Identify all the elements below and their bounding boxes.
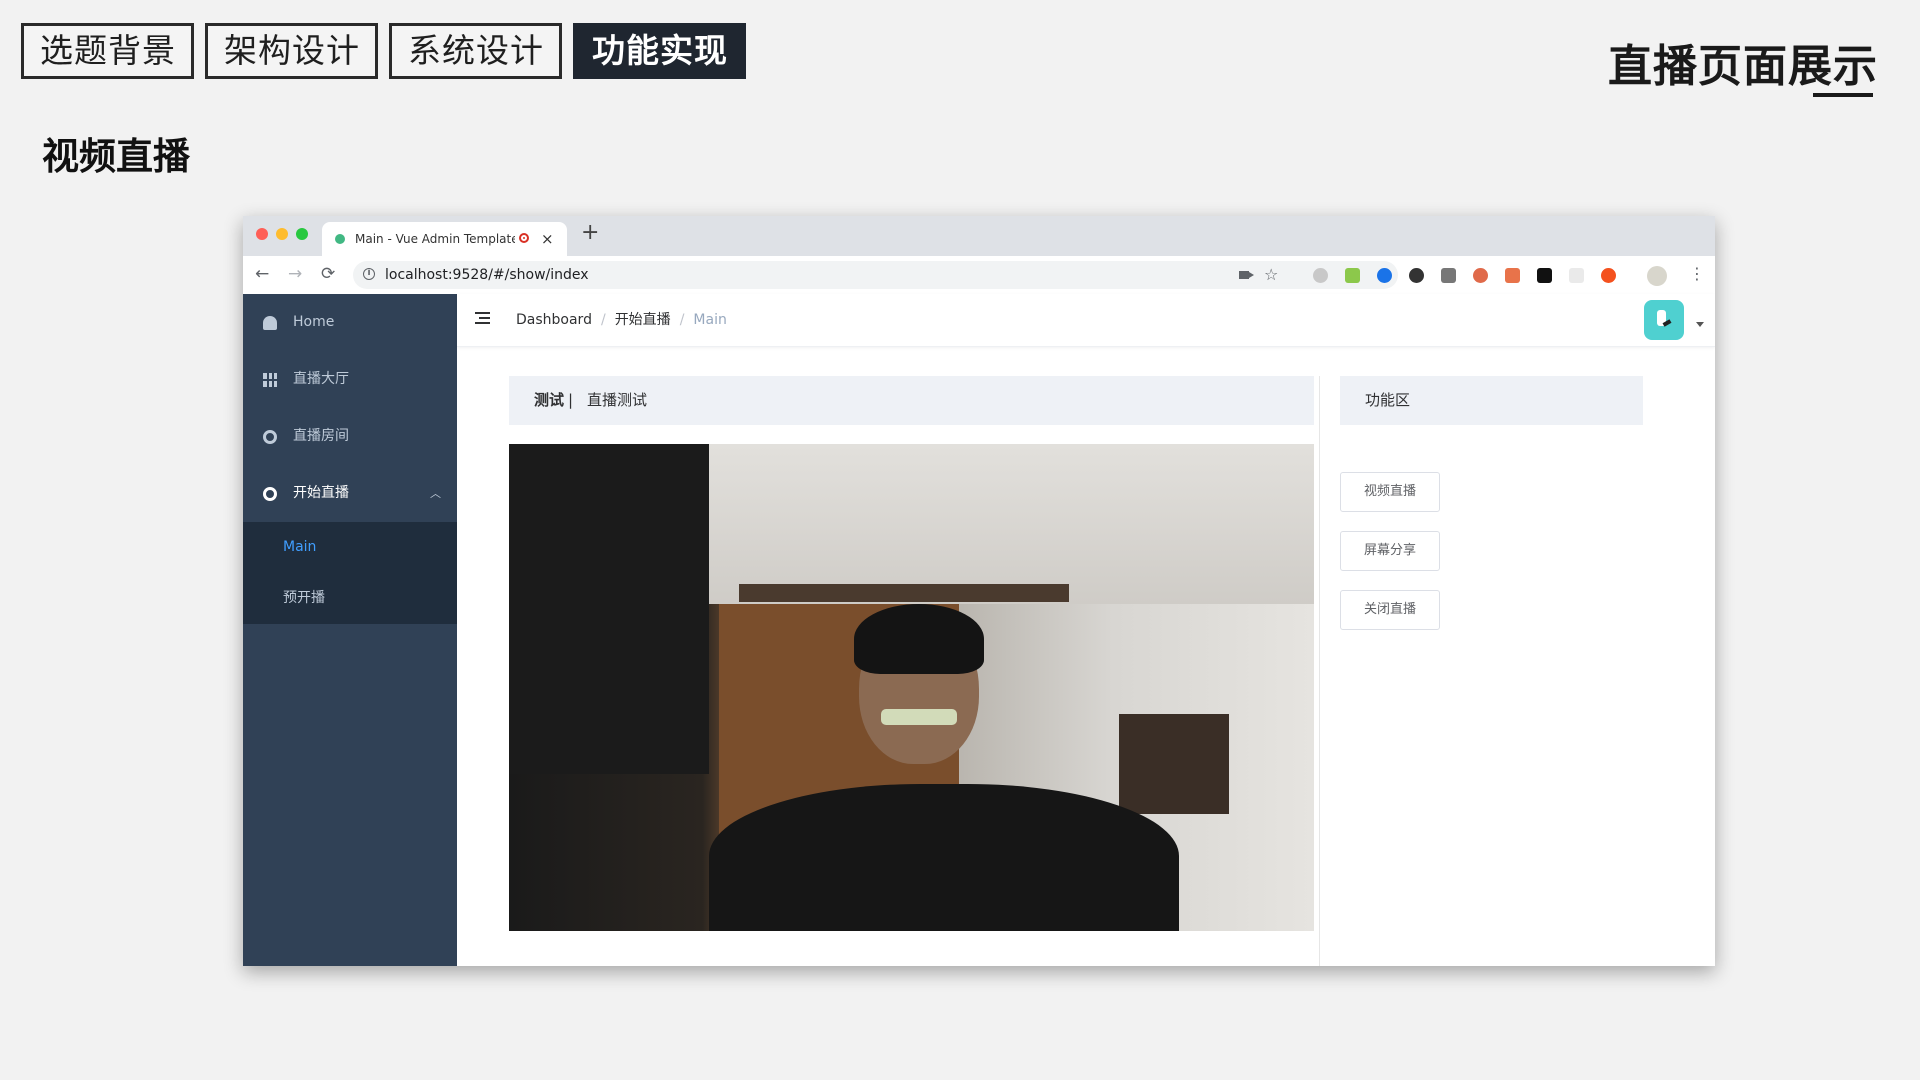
tab-background[interactable]: 选题背景 bbox=[21, 23, 194, 79]
function-panel-title: 功能区 bbox=[1365, 391, 1411, 409]
live-card-subtitle: 直播测试 bbox=[587, 391, 648, 409]
browser-tab-title: Main - Vue Admin Template bbox=[355, 232, 515, 246]
vue-favicon-icon bbox=[335, 234, 345, 244]
panel-divider bbox=[1319, 376, 1320, 966]
sidebar-item-label: 直播大厅 bbox=[293, 371, 349, 387]
breadcrumb-separator: / bbox=[600, 312, 606, 328]
sidebar-item-label: 开始直播 bbox=[293, 485, 349, 501]
browser-menu-icon[interactable]: ⋮ bbox=[1689, 264, 1705, 283]
github-extension-icon[interactable] bbox=[1377, 268, 1392, 283]
address-url[interactable]: localhost:9528/#/show/index bbox=[385, 261, 589, 289]
json-extension-icon[interactable] bbox=[1569, 268, 1584, 283]
address-bar[interactable]: i localhost:9528/#/show/index ☆ bbox=[353, 261, 1398, 289]
chevron-up-icon: ︿ bbox=[430, 487, 441, 500]
sidebar-subitem-preview[interactable]: 预开播 bbox=[243, 573, 457, 624]
sidebar: Home 直播大厅 直播房间 开始直播 ︿ Main 预开播 bbox=[243, 294, 457, 966]
breadcrumb-separator: / bbox=[679, 312, 685, 328]
tab-implementation[interactable]: 功能实现 bbox=[573, 23, 746, 79]
slide-title: 直播页面展示 bbox=[1608, 41, 1878, 92]
grid-icon bbox=[263, 373, 277, 387]
sidebar-item-live-room[interactable]: 直播房间 bbox=[243, 408, 457, 465]
window-close-button[interactable] bbox=[256, 228, 268, 240]
infinity-extension-icon[interactable] bbox=[1601, 268, 1616, 283]
breadcrumb-main: Main bbox=[693, 312, 727, 328]
screen-share-button[interactable]: 屏幕分享 bbox=[1340, 531, 1440, 571]
reload-icon[interactable]: ⟳ bbox=[321, 264, 335, 284]
hamburger-icon[interactable] bbox=[475, 312, 490, 325]
octotree-extension-icon[interactable] bbox=[1537, 268, 1552, 283]
close-live-button[interactable]: 关闭直播 bbox=[1340, 590, 1440, 630]
title-underline bbox=[1813, 93, 1873, 97]
sidebar-item-label: 直播房间 bbox=[293, 428, 349, 444]
main-content: Dashboard / 开始直播 / Main 测试 | 直播测试 功能区 视频直播 屏幕… bbox=[457, 294, 1715, 966]
site-info-icon[interactable]: i bbox=[363, 268, 375, 280]
gear-icon bbox=[263, 487, 277, 501]
browser-tab[interactable]: Main - Vue Admin Template × bbox=[322, 222, 567, 256]
live-card-header: 测试 | 直播测试 bbox=[509, 376, 1314, 425]
chrome-extension-icon[interactable] bbox=[1409, 268, 1424, 283]
browser-toolbar: ← → ⟳ i localhost:9528/#/show/index ☆ ⋮ bbox=[243, 256, 1715, 295]
l-extension-icon[interactable] bbox=[1441, 268, 1456, 283]
caret-down-icon[interactable] bbox=[1696, 322, 1704, 327]
gear-icon bbox=[263, 430, 277, 444]
new-tab-button[interactable]: + bbox=[581, 220, 599, 245]
section-tabs: 选题背景 架构设计 系统设计 功能实现 bbox=[21, 23, 746, 79]
bookmark-star-icon[interactable]: ☆ bbox=[1264, 261, 1278, 289]
user-avatar[interactable] bbox=[1644, 300, 1684, 340]
window-zoom-button[interactable] bbox=[296, 228, 308, 240]
sidebar-submenu: Main 预开播 bbox=[243, 522, 457, 624]
section-heading: 视频直播 bbox=[42, 135, 190, 178]
profile-avatar-icon[interactable] bbox=[1647, 266, 1667, 286]
forward-icon[interactable]: → bbox=[288, 264, 302, 284]
browser-window: Main - Vue Admin Template × + ← → ⟳ i lo… bbox=[243, 216, 1715, 966]
camera-in-use-icon[interactable] bbox=[1239, 271, 1254, 279]
node-extension-icon[interactable] bbox=[1345, 268, 1360, 283]
breadcrumb: Dashboard / 开始直播 / Main bbox=[516, 294, 727, 346]
navbar: Dashboard / 开始直播 / Main bbox=[457, 294, 1715, 347]
share-extension-icon[interactable] bbox=[1505, 268, 1520, 283]
reply-extension-icon[interactable] bbox=[1313, 268, 1328, 283]
colorful-extension-icon[interactable] bbox=[1473, 268, 1488, 283]
video-live-button[interactable]: 视频直播 bbox=[1340, 472, 1440, 512]
back-icon[interactable]: ← bbox=[255, 264, 269, 284]
sidebar-item-start-live[interactable]: 开始直播 ︿ bbox=[243, 465, 457, 522]
dashboard-icon bbox=[263, 316, 277, 330]
sidebar-subitem-main[interactable]: Main bbox=[243, 522, 457, 573]
breadcrumb-start-live[interactable]: 开始直播 bbox=[615, 312, 671, 328]
tab-architecture[interactable]: 架构设计 bbox=[205, 23, 378, 79]
sidebar-item-label: Home bbox=[293, 314, 335, 330]
sidebar-item-home[interactable]: Home bbox=[243, 294, 457, 351]
function-panel-header: 功能区 bbox=[1340, 376, 1643, 425]
sidebar-item-live-hall[interactable]: 直播大厅 bbox=[243, 351, 457, 408]
breadcrumb-dashboard[interactable]: Dashboard bbox=[516, 312, 592, 328]
video-stream bbox=[509, 444, 1314, 931]
window-minimize-button[interactable] bbox=[276, 228, 288, 240]
close-tab-icon[interactable]: × bbox=[541, 222, 554, 256]
tab-system-design[interactable]: 系统设计 bbox=[389, 23, 562, 79]
live-card-title: 测试 | bbox=[534, 391, 574, 409]
recording-icon bbox=[519, 233, 529, 243]
browser-tabbar: Main - Vue Admin Template × + bbox=[243, 216, 1715, 256]
